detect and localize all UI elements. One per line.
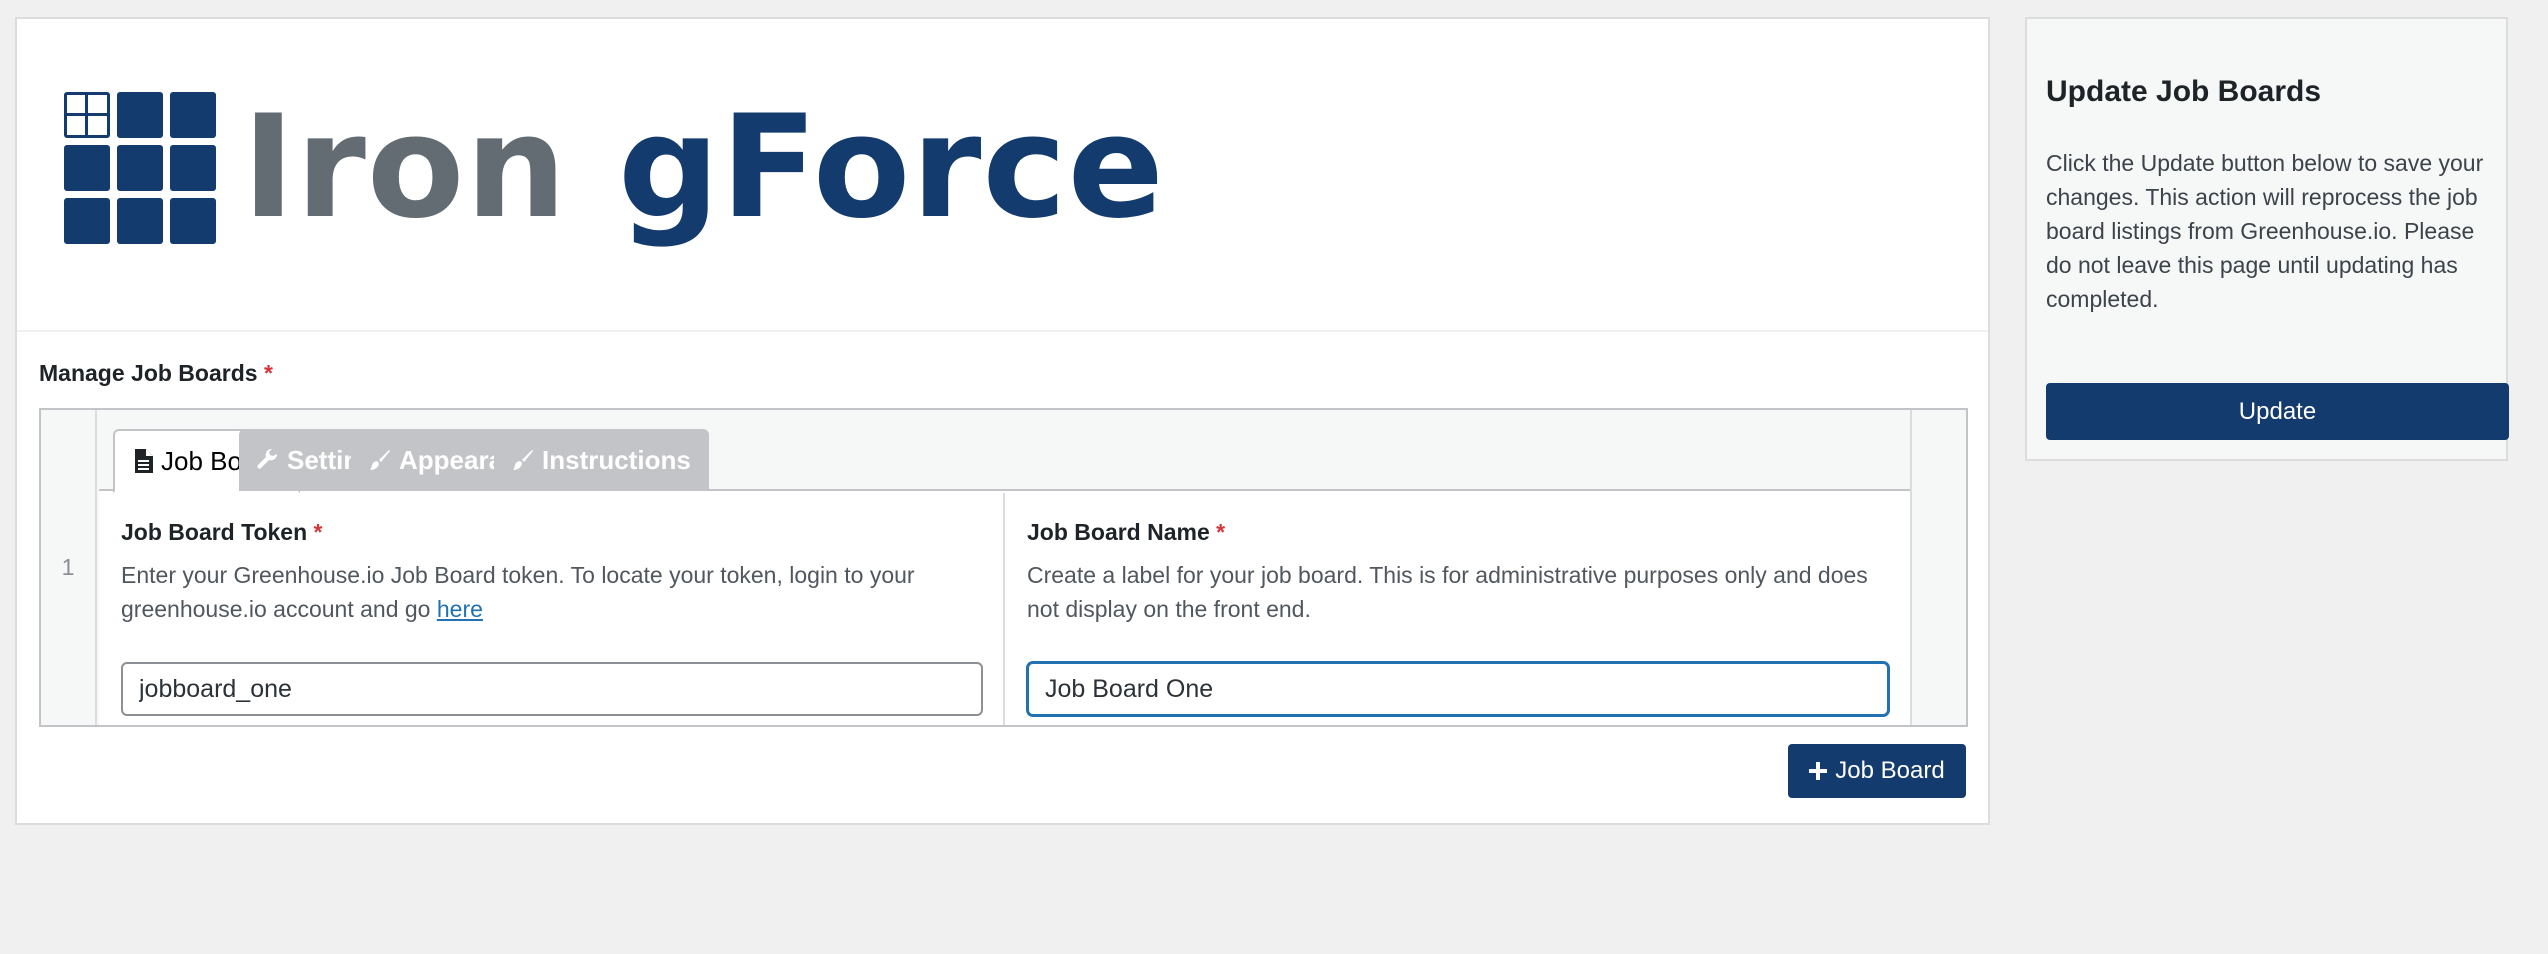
add-job-board-button[interactable]: Job Board [1788, 744, 1966, 798]
repeater-row: Job Board Settings Appearance Instructio… [99, 410, 1914, 725]
manage-job-boards-label: Manage Job Boards * [39, 360, 273, 386]
job-board-token-label: Job Board Token * [121, 519, 323, 545]
job-board-name-description: Create a label for your job board. This … [1027, 562, 1868, 622]
update-button[interactable]: Update [2046, 383, 2509, 440]
iron-gforce-logo: Iron gForce [64, 92, 1165, 244]
here-link[interactable]: here [437, 596, 483, 622]
required-marker: * [263, 360, 273, 386]
job-board-repeater: 1 Job Board Settings Appearance Instruct… [39, 408, 1968, 727]
update-sidebar: Update Job Boards Click the Update butto… [2025, 17, 2509, 461]
logo-area: Iron gForce [17, 19, 1988, 332]
plus-icon [1809, 762, 1828, 780]
paintbrush-icon [370, 450, 390, 470]
job-board-name-input[interactable] [1027, 662, 1889, 716]
sidebar-description: Click the Update button below to save yo… [2046, 150, 2484, 312]
job-board-token-field: Job Board Token * Enter your Greenhouse.… [99, 493, 1005, 725]
paintbrush-icon [513, 450, 533, 470]
row-number[interactable]: 1 [41, 410, 97, 725]
sidebar-title: Update Job Boards [2046, 75, 2322, 108]
job-board-token-description: Enter your Greenhouse.io Job Board token… [121, 562, 915, 622]
job-board-name-label: Job Board Name * [1027, 519, 1226, 545]
tab-bar: Job Board Settings Appearance Instructio… [99, 410, 1914, 493]
job-board-token-input[interactable] [121, 662, 983, 716]
logo-text: Iron gForce [242, 85, 1165, 250]
job-board-name-field: Job Board Name * Create a label for your… [1005, 493, 1914, 725]
logo-grid-icon [64, 92, 216, 244]
tab-instructions[interactable]: Instructions [494, 429, 709, 491]
main-panel: Iron gForce Manage Job Boards * 1 Job Bo… [15, 17, 1990, 825]
row-actions[interactable] [1910, 410, 1966, 725]
wrench-icon [257, 449, 278, 469]
document-icon [135, 449, 153, 473]
